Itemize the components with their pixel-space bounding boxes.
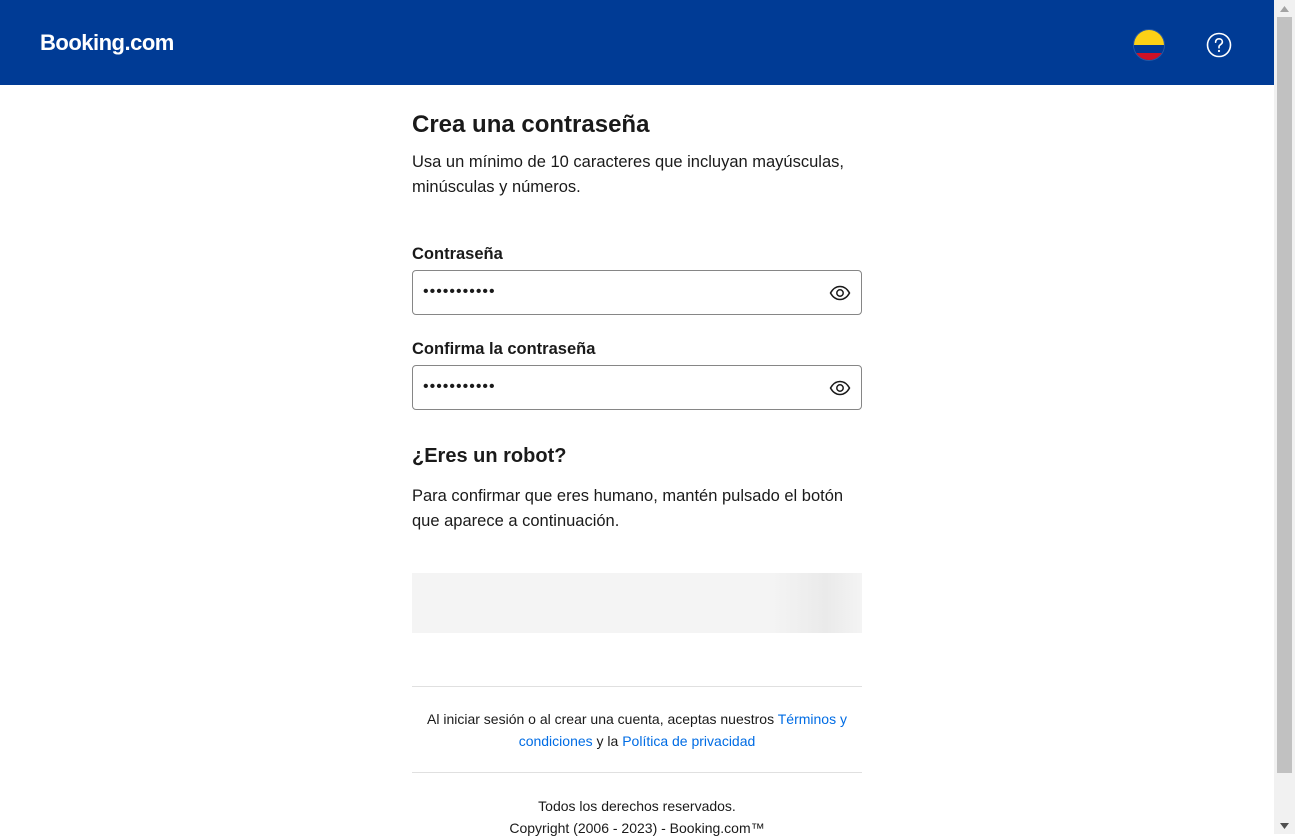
password-field[interactable]: •••••••••••: [412, 270, 862, 315]
confirm-password-field[interactable]: •••••••••••: [412, 365, 862, 410]
footer-rights: Todos los derechos reservados.: [538, 798, 736, 814]
colombia-flag-icon[interactable]: [1134, 30, 1164, 60]
terms-notice: Al iniciar sesión o al crear una cuenta,…: [412, 708, 862, 752]
divider: [412, 772, 862, 773]
footer-copyright: Copyright (2006 - 2023) - Booking.com™: [509, 820, 765, 836]
terms-middle: y la: [592, 733, 623, 749]
page-title: Crea una contraseña: [412, 111, 650, 138]
press-and-hold-captcha[interactable]: [412, 573, 862, 633]
vertical-scrollbar[interactable]: [1274, 0, 1295, 834]
question-circle-icon[interactable]: [1206, 32, 1232, 58]
eye-icon[interactable]: [829, 282, 851, 304]
footer: Todos los derechos reservados. Copyright…: [412, 795, 862, 839]
scroll-down-arrow-icon[interactable]: [1274, 817, 1295, 834]
password-value: •••••••••••: [423, 283, 496, 300]
robot-check-text: Para confirmar que eres humano, mantén p…: [412, 487, 844, 530]
robot-check-title: ¿Eres un robot?: [412, 445, 567, 467]
confirm-password-label: Confirma la contraseña: [412, 340, 596, 358]
top-header: Booking.com: [0, 0, 1274, 85]
scroll-up-arrow-icon[interactable]: [1274, 0, 1295, 17]
privacy-link[interactable]: Política de privacidad: [622, 733, 755, 749]
password-requirements-text: Usa un mínimo de 10 caracteres que inclu…: [412, 153, 844, 196]
divider: [412, 686, 862, 687]
eye-icon[interactable]: [829, 377, 851, 399]
scrollbar-thumb[interactable]: [1277, 17, 1292, 773]
confirm-password-value: •••••••••••: [423, 378, 496, 395]
booking-logo[interactable]: Booking.com: [40, 30, 174, 56]
terms-prefix: Al iniciar sesión o al crear una cuenta,…: [427, 711, 778, 727]
password-label: Contraseña: [412, 245, 503, 263]
